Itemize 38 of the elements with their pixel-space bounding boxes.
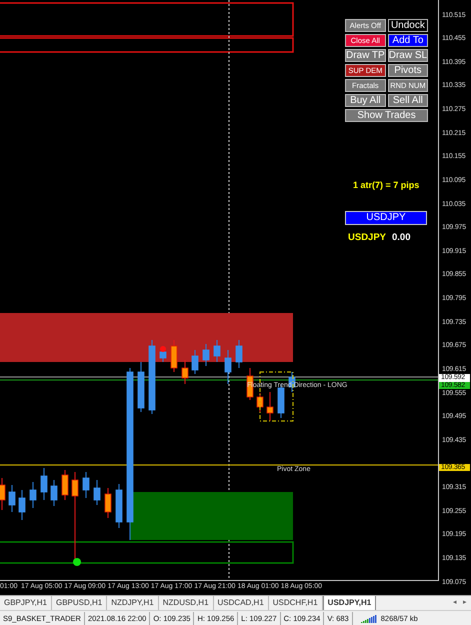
candle [8,484,16,512]
candle [170,340,178,372]
candle [236,340,242,368]
panel-button[interactable]: Sell All [388,94,428,107]
candle [116,484,122,528]
panel-button[interactable]: Draw TP [345,49,386,62]
panel-button[interactable]: Show Trades [345,109,428,122]
candle [202,344,210,366]
symbol-label: USDJPY [348,232,386,243]
candle [224,350,232,384]
symbol-box[interactable]: USDJPY [345,211,427,225]
symbol-value: 0.00 [392,232,410,243]
traffic-icon [360,614,377,622]
panel-button[interactable]: Draw SL [388,49,428,62]
signal-dot [73,558,81,566]
candle [50,480,58,506]
candle [94,480,100,506]
candle [104,488,112,518]
candle [138,362,144,412]
candle [256,392,264,412]
panel-button[interactable]: Pivots [388,64,428,77]
candle [62,470,68,500]
panel-button[interactable]: Add To [388,34,428,47]
candle [40,468,48,500]
candle [192,350,198,374]
candle [18,490,26,520]
chart-tab[interactable]: USDJPY,H1 [322,596,376,610]
candle [160,350,166,362]
candle [0,478,6,510]
candle [82,472,90,498]
candle [182,360,188,384]
atr-label: 1 atr(7) = 7 pips [353,180,420,190]
signal-dot [160,346,166,352]
candle [214,340,220,362]
candle [266,392,274,422]
candle [30,482,36,508]
panel-button[interactable]: Buy All [345,94,386,107]
panel-button[interactable]: Undock [388,19,428,32]
